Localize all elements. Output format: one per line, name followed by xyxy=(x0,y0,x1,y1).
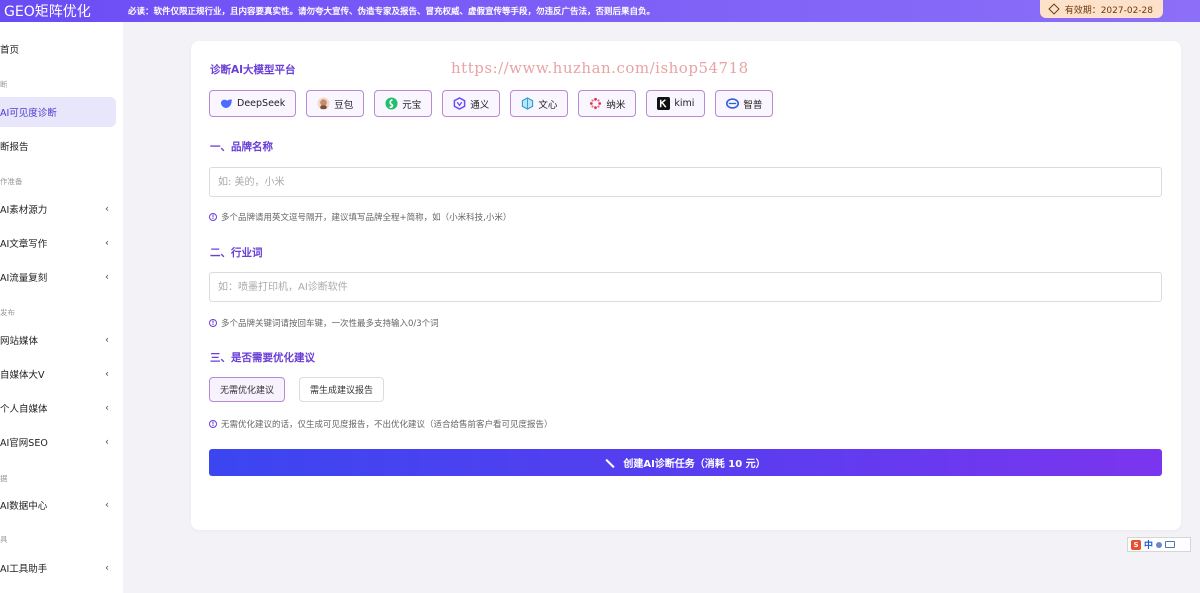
zhipu-icon xyxy=(726,98,740,109)
advice-section-title: 三、是否需要优化建议 xyxy=(210,352,315,364)
yuanbao-icon xyxy=(385,97,398,110)
tongyi-icon xyxy=(453,97,466,110)
wenxin-icon xyxy=(522,97,534,110)
platform-section-title: 诊断AI大模型平台 xyxy=(210,64,296,76)
chevron-icon: › xyxy=(105,271,109,282)
sidebar-group-label: 据 xyxy=(0,474,8,483)
deepseek-icon xyxy=(220,99,233,108)
platform-label: 元宝 xyxy=(402,99,422,111)
sidebar-group-label: 发布 xyxy=(0,308,15,317)
nami-icon xyxy=(590,97,602,110)
platform-yuanbao[interactable]: 元宝 xyxy=(374,90,433,117)
sidebar-item-home[interactable]: 首页 xyxy=(0,34,116,64)
sidebar-item-label: 个人自媒体 xyxy=(0,404,48,415)
chevron-icon: › xyxy=(105,368,109,379)
chevron-icon: › xyxy=(105,402,109,413)
info-icon: ! xyxy=(209,319,217,327)
sidebar-item-label: AI官网SEO xyxy=(0,438,48,449)
info-icon: ! xyxy=(209,213,217,221)
sidebar-item-ai-data[interactable]: AI数据中心 › xyxy=(0,490,116,520)
sidebar-item-label: 自媒体大V xyxy=(0,370,45,381)
platform-label: 智普 xyxy=(743,99,763,111)
chevron-icon: › xyxy=(105,203,109,214)
validity-text: 有效期：2027-02-28 xyxy=(1064,5,1153,16)
advice-hint-text: 无需优化建议的话，仅生成可见度报告，不出优化建议（适合给售前客户看可见度报告） xyxy=(221,420,553,430)
platform-list: DeepSeek 豆包 元宝 通义 文心 纳米 kimi 智普 xyxy=(209,90,774,117)
keyboard-icon xyxy=(1165,541,1176,548)
ime-toolbar[interactable]: S 中 xyxy=(1127,537,1191,552)
diagnosis-form-card: 诊断AI大模型平台 https://www.huzhan.com/ishop54… xyxy=(191,41,1181,530)
brand-hint-text: 多个品牌请用英文逗号隔开，建议填写品牌全程+简称，如（小米科技,小米） xyxy=(221,213,512,223)
sidebar-item-ai-material[interactable]: AI素材源力 › xyxy=(0,194,116,224)
sidebar-item-label: 首页 xyxy=(0,45,20,56)
notice-text: 必读：软件仅限正规行业，且内容要真实性。请勿夸大宣传、伪造专家及报告、冒充权威、… xyxy=(128,7,656,17)
sidebar-item-ai-visibility[interactable]: AI可见度诊断 xyxy=(0,97,116,127)
sidebar-item-ai-tools[interactable]: AI工具助手 › xyxy=(0,553,116,583)
chevron-icon: › xyxy=(105,334,109,345)
brand-logo[interactable]: GEO矩阵优化 xyxy=(0,1,128,21)
ime-language: 中 xyxy=(1144,541,1154,551)
industry-section-title: 二、行业词 xyxy=(210,247,263,259)
sidebar-item-ai-traffic[interactable]: AI流量复刻 › xyxy=(0,262,116,292)
create-task-label: 创建AI诊断任务（消耗 10 元） xyxy=(623,459,766,470)
industry-keyword-input[interactable] xyxy=(209,272,1162,302)
sidebar-item-label: 断报告 xyxy=(0,142,29,153)
sidebar-item-influencer[interactable]: 自媒体大V › xyxy=(0,359,116,389)
chevron-icon: › xyxy=(105,562,109,573)
sidebar-item-label: AI文章写作 xyxy=(0,239,48,250)
sidebar-group-label: 作准备 xyxy=(0,177,23,186)
industry-hint: ! 多个品牌关键词请按回车键，一次性最多支持输入0/3个词 xyxy=(209,317,439,329)
industry-hint-text: 多个品牌关键词请按回车键，一次性最多支持输入0/3个词 xyxy=(221,319,439,329)
platform-label: 纳米 xyxy=(606,99,626,111)
create-task-button[interactable]: 创建AI诊断任务（消耗 10 元） xyxy=(209,449,1162,476)
brand-section-title: 一、品牌名称 xyxy=(210,141,273,153)
chevron-icon: › xyxy=(105,237,109,248)
info-icon: ! xyxy=(209,420,217,428)
sidebar-item-label: AI工具助手 xyxy=(0,564,48,575)
option-generate-advice[interactable]: 需生成建议报告 xyxy=(299,377,385,402)
sidebar-group-label: 断 xyxy=(0,80,8,89)
platform-wenxin[interactable]: 文心 xyxy=(510,90,569,117)
kimi-icon xyxy=(657,97,671,110)
brand-hint: ! 多个品牌请用英文逗号隔开，建议填写品牌全程+简称，如（小米科技,小米） xyxy=(209,211,511,223)
sidebar-group-label: 具 xyxy=(0,535,8,544)
platform-label: 文心 xyxy=(538,99,558,111)
sidebar: 首页 断 AI可见度诊断 断报告 作准备 AI素材源力 › AI文章写作 › AI流… xyxy=(0,22,123,593)
sidebar-item-personal-media[interactable]: 个人自媒体 › xyxy=(0,393,116,423)
sidebar-item-label: AI数据中心 xyxy=(0,501,48,512)
chevron-icon: › xyxy=(105,436,109,447)
platform-doubao[interactable]: 豆包 xyxy=(306,90,365,117)
platform-label: DeepSeek xyxy=(237,98,286,109)
sidebar-item-ai-writing[interactable]: AI文章写作 › xyxy=(0,228,116,258)
sidebar-item-label: 网站媒体 xyxy=(0,336,39,347)
diamond-icon xyxy=(1048,3,1060,15)
option-no-advice[interactable]: 无需优化建议 xyxy=(209,377,286,402)
platform-nami[interactable]: 纳米 xyxy=(578,90,637,117)
advice-hint: ! 无需优化建议的话，仅生成可见度报告，不出优化建议（适合给售前客户看可见度报告） xyxy=(209,418,553,430)
platform-label: 通义 xyxy=(470,99,490,111)
platform-label: kimi xyxy=(674,98,695,109)
sidebar-item-label: AI素材源力 xyxy=(0,205,48,216)
top-bar: GEO矩阵优化 必读：软件仅限正规行业，且内容要真实性。请勿夸大宣传、伪造专家及… xyxy=(0,0,1200,22)
watermark-text: https://www.huzhan.com/ishop54718 xyxy=(451,59,749,77)
sidebar-item-label: AI流量复刻 xyxy=(0,273,48,284)
sidebar-item-ai-seo[interactable]: AI官网SEO › xyxy=(0,427,116,457)
punctuation-icon xyxy=(1156,541,1163,548)
sidebar-item-report[interactable]: 断报告 xyxy=(0,131,116,161)
validity-badge: 有效期：2027-02-28 xyxy=(1039,0,1163,18)
sidebar-item-web-media[interactable]: 网站媒体 › xyxy=(0,325,116,355)
chevron-icon: › xyxy=(105,499,109,510)
doubao-icon xyxy=(317,97,330,110)
platform-label: 豆包 xyxy=(334,99,354,111)
platform-deepseek[interactable]: DeepSeek xyxy=(209,90,297,117)
sogou-icon: S xyxy=(1131,539,1141,550)
magic-wand-icon xyxy=(605,458,615,468)
platform-kimi[interactable]: kimi xyxy=(646,90,706,117)
platform-zhipu[interactable]: 智普 xyxy=(715,90,774,117)
sidebar-item-label: AI可见度诊断 xyxy=(0,108,57,119)
brand-name-input[interactable] xyxy=(209,167,1162,197)
platform-tongyi[interactable]: 通义 xyxy=(442,90,501,117)
